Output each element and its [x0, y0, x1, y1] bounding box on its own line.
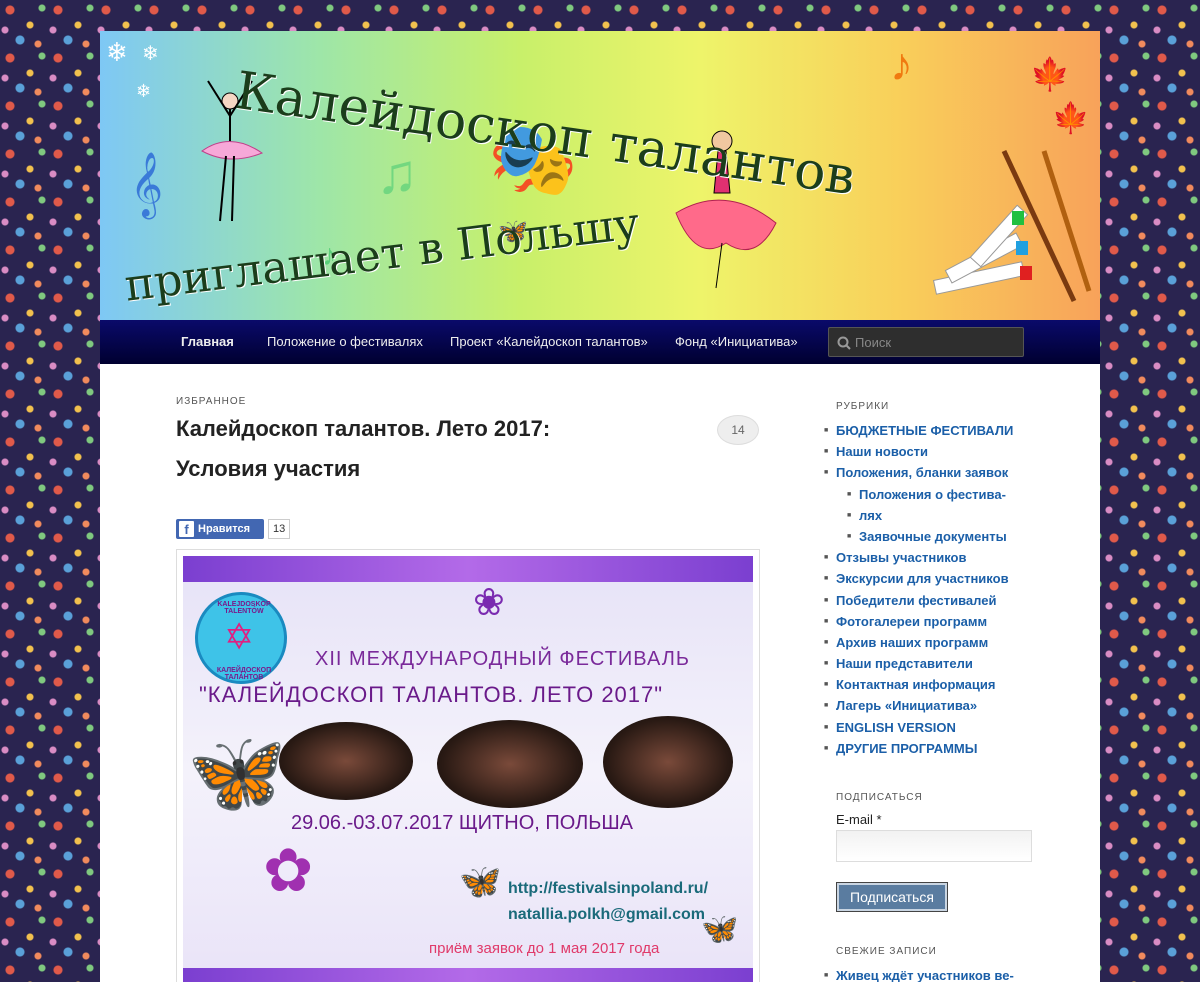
category-winners[interactable]: Победители фестивалей: [824, 590, 1074, 611]
subscribe-widget-title: ПОДПИСАТЬСЯ: [836, 792, 923, 803]
category-excursions[interactable]: Экскурсии для участников: [824, 568, 1074, 589]
paint-tubes-icon: [924, 141, 1094, 316]
badge-top-text: KALEJDOSKOP TALENTÓW: [217, 601, 271, 615]
email-label: E-mail *: [836, 812, 882, 827]
poster-bottom-bar: [183, 968, 753, 982]
flower-decoration-icon: ❀: [473, 582, 505, 624]
badge-bottom-text: КАЛЕЙДОСКОП ТАЛАНТОВ: [216, 667, 272, 681]
poster-festival-line: XII МЕЖДУНАРОДНЫЙ ФЕСТИВАЛЬ: [315, 648, 690, 670]
music-note-icon: ♪: [890, 38, 913, 90]
poster-festival-name: "КАЛЕЙДОСКОП ТАЛАНТОВ. ЛЕТО 2017": [199, 682, 664, 707]
post-image-frame: KALEJDOSKOP TALENTÓW ✡ КАЛЕЙДОСКОП ТАЛАН…: [176, 549, 760, 982]
facebook-like-button[interactable]: f Нравится: [176, 519, 264, 539]
poster-deadline: приём заявок до 1 мая 2017 года: [429, 940, 660, 957]
butterfly-icon: 🦋: [701, 913, 739, 946]
category-other-programs[interactable]: ДРУГИЕ ПРОГРАММЫ: [824, 738, 1074, 759]
festival-logo-badge: KALEJDOSKOP TALENTÓW ✡ КАЛЕЙДОСКОП ТАЛАН…: [195, 592, 287, 684]
poster-website: http://festivalsinpoland.ru/: [508, 880, 709, 897]
category-application-docs[interactable]: Заявочные документы: [824, 526, 1074, 547]
recent-post-link[interactable]: Живец ждёт участников ве-: [824, 965, 1014, 982]
category-news[interactable]: Наши новости: [824, 441, 1074, 462]
treble-clef-icon: 𝄞: [130, 152, 164, 215]
post-kicker: ИЗБРАННОЕ: [176, 396, 247, 407]
search-icon: [837, 336, 851, 350]
facebook-like-count: 13: [268, 519, 291, 539]
facebook-like-label: Нравится: [198, 523, 251, 535]
maple-leaf-icon: 🍁: [1052, 102, 1090, 135]
snowflake-icon: ❄: [136, 81, 152, 101]
snowflake-icon: ❄: [106, 37, 128, 67]
festival-poster[interactable]: KALEJDOSKOP TALENTÓW ✡ КАЛЕЙДОСКОП ТАЛАН…: [183, 556, 753, 982]
nav-item-festival-rules[interactable]: Положение о фестивалях: [267, 320, 423, 364]
recent-posts-widget-title: СВЕЖИЕ ЗАПИСИ: [836, 946, 937, 957]
recent-posts-list: Живец ждёт участников ве-: [824, 965, 1014, 982]
category-english-version[interactable]: ENGLISH VERSION: [824, 717, 1074, 738]
photo-oval-dancers: [279, 722, 413, 800]
nav-item-foundation[interactable]: Фонд «Инициатива»: [675, 320, 798, 364]
subscribe-button[interactable]: Подписаться: [836, 882, 948, 912]
search-input[interactable]: [855, 328, 1020, 356]
email-field[interactable]: [836, 830, 1032, 862]
maple-leaf-icon: 🍁: [1030, 56, 1070, 92]
post-title[interactable]: Калейдоскоп талантов. Лето 2017: Условия…: [176, 409, 636, 489]
facebook-icon: f: [179, 521, 194, 537]
music-note-icon: ♫: [376, 142, 418, 205]
category-rules-forms[interactable]: Положения, бланки заявок: [824, 462, 1074, 483]
page-container: ❄ ❄ ❄ 𝄞 ♫ ♪ 🎭 🦋 ♪ 🍁 🍁 Калейдоскоп талант…: [100, 31, 1100, 982]
category-archive[interactable]: Архив наших программ: [824, 632, 1074, 653]
category-festival-rules-continued[interactable]: лях: [824, 505, 1074, 526]
comments-count-bubble[interactable]: 14: [717, 415, 759, 445]
poster-email: natallia.polkh@gmail.com: [508, 906, 705, 923]
nav-item-project[interactable]: Проект «Калейдоскоп талантов»: [450, 320, 648, 364]
butterfly-icon: 🦋: [187, 728, 287, 817]
star-logo-icon: ✡: [224, 616, 255, 657]
category-representatives[interactable]: Наши представители: [824, 653, 1074, 674]
poster-top-bar: [183, 556, 753, 582]
nav-item-home[interactable]: Главная: [181, 320, 234, 364]
category-festival-rules[interactable]: Положения о фестива-: [824, 484, 1074, 505]
photo-oval-children: [603, 716, 733, 808]
photo-oval-stage: [437, 720, 583, 808]
category-photo-galleries[interactable]: Фотогалереи программ: [824, 611, 1074, 632]
main-navigation: Главная Положение о фестивалях Проект «К…: [100, 320, 1100, 364]
flower-decoration-icon: ✿: [263, 837, 314, 904]
categories-list: БЮДЖЕТНЫЕ ФЕСТИВАЛИ Наши новости Положен…: [824, 420, 1074, 759]
poster-dates: 29.06.-03.07.2017 ЩИТНО, ПОЛЬША: [291, 812, 634, 834]
category-reviews[interactable]: Отзывы участников: [824, 547, 1074, 568]
categories-widget-title: РУБРИКИ: [836, 401, 890, 412]
category-budget-festivals[interactable]: БЮДЖЕТНЫЕ ФЕСТИВАЛИ: [824, 420, 1074, 441]
header-banner[interactable]: ❄ ❄ ❄ 𝄞 ♫ ♪ 🎭 🦋 ♪ 🍁 🍁 Калейдоскоп талант…: [100, 31, 1100, 320]
category-contacts[interactable]: Контактная информация: [824, 674, 1074, 695]
butterfly-icon: 🦋: [459, 863, 502, 901]
snowflake-icon: ❄: [142, 43, 159, 65]
search-box: [828, 327, 1024, 357]
category-camp[interactable]: Лагерь «Инициатива»: [824, 695, 1074, 716]
